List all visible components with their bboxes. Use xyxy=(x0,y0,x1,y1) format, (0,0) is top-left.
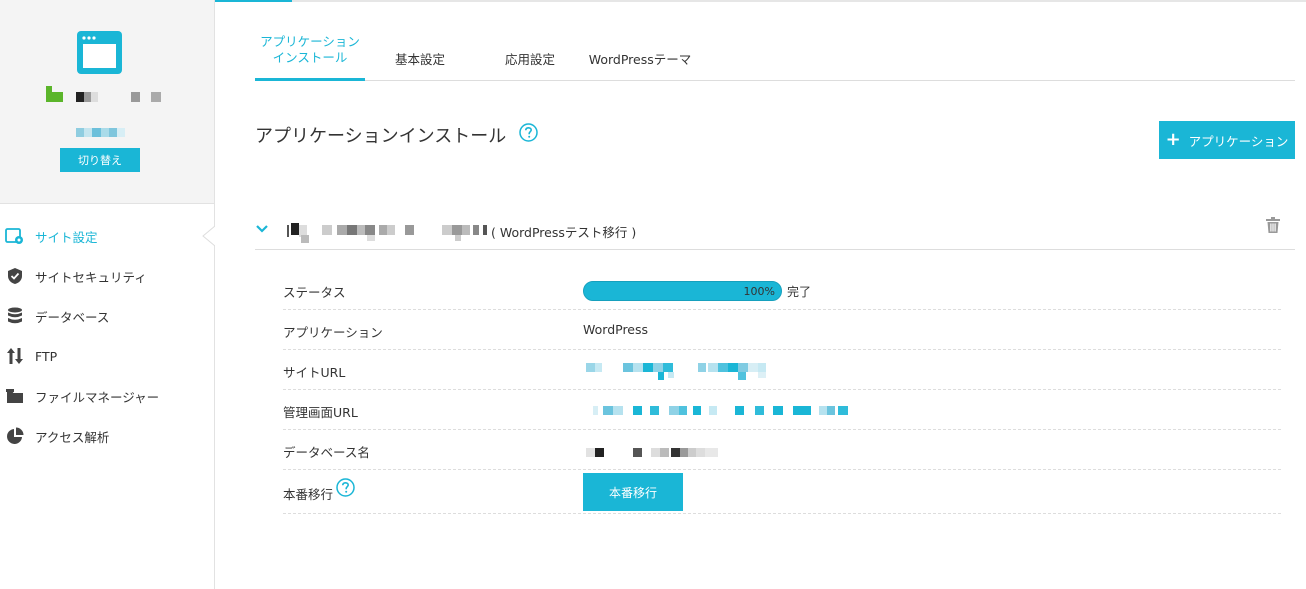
page-title: アプリケーションインストール xyxy=(255,126,507,147)
pie-chart-icon xyxy=(5,426,25,446)
production-migration-row: 本番移行 本番移行 xyxy=(283,470,1281,514)
sidebar-item-ftp[interactable]: FTP xyxy=(0,336,214,376)
sidebar-item-label: FTP xyxy=(35,348,58,364)
site-settings-icon xyxy=(5,226,25,246)
add-application-label: アプリケーション xyxy=(1188,133,1289,149)
sidebar-item-site-settings[interactable]: サイト設定 xyxy=(0,216,215,256)
folder-icon xyxy=(5,386,25,406)
sidebar-nav: サイト設定 サイトセキュリティ データベース FTP ファイルマネージャー アク… xyxy=(0,216,215,456)
tab-advanced-settings[interactable]: 応用設定 xyxy=(475,30,585,81)
site-card: 切り替え xyxy=(0,0,214,204)
active-caret xyxy=(202,226,215,246)
sidebar-item-label: ファイルマネージャー xyxy=(35,389,160,405)
installed-app-row: ( WordPressテスト移行 ) xyxy=(255,210,1295,250)
tab-wordpress-theme[interactable]: WordPressテーマ xyxy=(585,30,695,81)
tab-basic-settings[interactable]: 基本設定 xyxy=(365,30,475,81)
application-row: アプリケーション WordPress xyxy=(283,310,1281,350)
admin-url-obscured-link[interactable] xyxy=(583,398,853,422)
site-url-obscured-link[interactable] xyxy=(583,358,803,382)
sidebar-item-label: サイトセキュリティ xyxy=(35,269,147,285)
ftp-arrows-icon xyxy=(5,346,25,366)
help-icon[interactable] xyxy=(519,123,538,142)
sidebar-item-database[interactable]: データベース xyxy=(0,296,214,336)
site-name-obscured xyxy=(46,86,161,102)
tab-label: 応用設定 xyxy=(504,52,555,67)
site-url-label: サイトURL xyxy=(283,365,346,380)
install-detail-table: ステータス 100% 完了 アプリケーション WordPress サイトURL … xyxy=(283,270,1281,514)
progress-text: 100% xyxy=(743,285,775,298)
app-name-obscured xyxy=(287,223,487,243)
status-row: ステータス 100% 完了 xyxy=(283,270,1281,310)
site-domain-obscured xyxy=(76,128,125,137)
production-migration-button[interactable]: 本番移行 xyxy=(583,473,683,511)
shield-icon xyxy=(5,266,25,286)
db-name-obscured xyxy=(586,448,718,457)
chevron-down-icon[interactable] xyxy=(255,222,269,236)
status-label: ステータス xyxy=(283,285,346,300)
switch-site-button[interactable]: 切り替え xyxy=(60,148,140,172)
sidebar-item-site-security[interactable]: サイトセキュリティ xyxy=(0,256,214,296)
db-name-row: データベース名 xyxy=(283,430,1281,470)
progress-bar: 100% xyxy=(583,281,782,301)
app-name-suffix: ( WordPressテスト移行 ) xyxy=(491,225,637,240)
sidebar-item-label: データベース xyxy=(35,309,110,325)
sidebar-item-label: アクセス解析 xyxy=(35,429,110,445)
sidebar-item-access-analysis[interactable]: アクセス解析 xyxy=(0,416,214,456)
tab-app-install[interactable]: アプリケーション インストール xyxy=(255,30,365,81)
application-label: アプリケーション xyxy=(283,325,383,340)
admin-url-label: 管理画面URL xyxy=(283,405,358,420)
database-icon xyxy=(5,306,25,326)
tab-label: 基本設定 xyxy=(394,52,445,67)
trash-icon[interactable] xyxy=(1266,217,1280,233)
sidebar-item-file-manager[interactable]: ファイルマネージャー xyxy=(0,376,214,416)
db-name-label: データベース名 xyxy=(283,445,370,460)
tab-label: アプリケーション インストール xyxy=(260,34,360,65)
sidebar-item-label: サイト設定 xyxy=(35,229,98,245)
help-icon[interactable] xyxy=(336,478,355,497)
add-application-button[interactable]: + アプリケーション xyxy=(1159,121,1295,159)
tab-bar: アプリケーション インストール 基本設定 応用設定 WordPressテーマ xyxy=(255,0,1295,81)
plus-icon: + xyxy=(1165,129,1181,150)
sidebar: 切り替え サイト設定 サイトセキュリティ データベース FTP ファイルマネージ… xyxy=(0,0,215,589)
browser-window-icon xyxy=(77,31,122,74)
application-value: WordPress xyxy=(583,322,649,337)
admin-url-row: 管理画面URL xyxy=(283,390,1281,430)
status-text: 完了 xyxy=(787,285,812,299)
site-url-row: サイトURL xyxy=(283,350,1281,390)
tab-label: WordPressテーマ xyxy=(588,52,692,67)
production-label: 本番移行 xyxy=(283,487,334,502)
